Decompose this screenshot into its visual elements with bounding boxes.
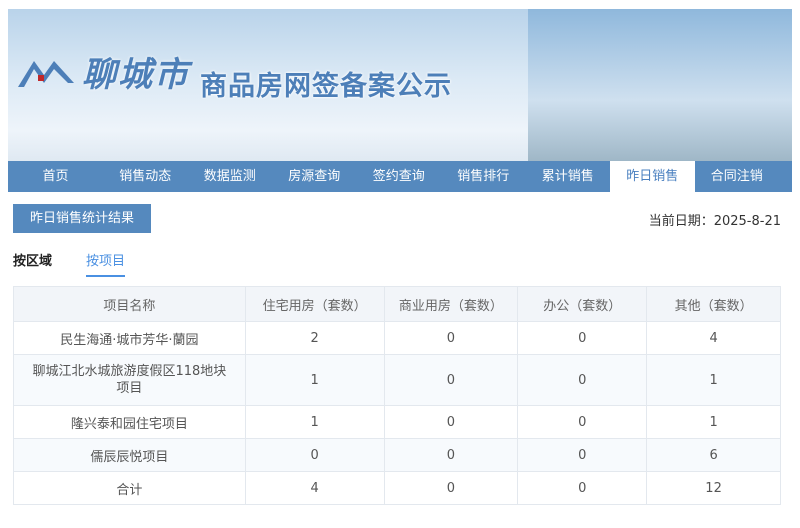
nav-item[interactable]: 数据监测 — [188, 161, 273, 192]
table-cell: 1 — [244, 354, 385, 406]
table-cell: 0 — [383, 354, 519, 406]
table-cell: 民生海通·城市芳华·蘭园 — [13, 321, 246, 355]
nav-item[interactable]: 签约查询 — [357, 161, 442, 192]
sales-table: 项目名称 住宅用房（套数） 商业用房（套数） 办公（套数） 其他（套数） 民生海通·城市… — [13, 286, 781, 505]
yesterday-stats-button[interactable]: 昨日销售统计结果 — [13, 204, 151, 233]
table-cell: 隆兴泰和园住宅项目 — [13, 405, 246, 439]
table-cell: 0 — [517, 354, 648, 406]
nav-item[interactable]: 销售动态 — [103, 161, 188, 192]
table-cell: 1 — [244, 405, 385, 439]
table-cell: 聊城江北水城旅游度假区118地块项目 — [13, 354, 246, 406]
nav-item[interactable]: 销售排行 — [441, 161, 526, 192]
table-cell: 0 — [383, 405, 519, 439]
main-nav: 首页 销售动态 数据监测 房源查询 签约查询 销售排行 累计销售 昨日销售 合同注销 — [8, 161, 792, 192]
table-cell: 0 — [383, 321, 519, 355]
city-name: 聊城市 — [82, 55, 190, 95]
table-cell: 儒辰辰悦项目 — [13, 438, 246, 472]
table-cell: 1 — [646, 354, 781, 406]
tab-by-region[interactable]: 按区域 — [13, 250, 52, 269]
table-cell: 1 — [646, 405, 781, 439]
table-row: 儒辰辰悦项目 0 0 0 6 — [13, 438, 781, 472]
table-cell: 4 — [244, 471, 385, 505]
table-row: 隆兴泰和园住宅项目 1 0 0 1 — [13, 405, 781, 439]
nav-item[interactable]: 累计销售 — [526, 161, 611, 192]
column-header: 办公（套数） — [517, 286, 648, 322]
tab-by-project[interactable]: 按项目 — [86, 250, 126, 277]
current-date: 当前日期：2025-8-21 — [648, 214, 781, 229]
table-cell: 0 — [517, 471, 648, 505]
table-row: 民生海通·城市芳华·蘭园 2 0 0 4 — [13, 321, 781, 355]
table-cell: 12 — [646, 471, 781, 505]
nav-item[interactable]: 首页 — [8, 161, 103, 192]
table-row: 合计 4 0 0 12 — [13, 471, 781, 505]
table-cell: 0 — [517, 438, 648, 472]
table-cell: 0 — [383, 471, 519, 505]
table-cell: 0 — [517, 405, 648, 439]
column-header: 商业用房（套数） — [383, 286, 519, 322]
column-header: 其他（套数） — [646, 286, 781, 322]
table-cell: 合计 — [13, 471, 246, 505]
nav-item[interactable]: 昨日销售 — [610, 161, 695, 192]
banner-image — [528, 9, 792, 161]
column-header: 项目名称 — [13, 286, 246, 322]
nav-item[interactable]: 合同注销 — [695, 161, 780, 192]
column-header: 住宅用房（套数） — [244, 286, 385, 322]
table-cell: 0 — [517, 321, 648, 355]
table-cell: 6 — [646, 438, 781, 472]
table-cell: 0 — [383, 438, 519, 472]
table-cell: 0 — [244, 438, 385, 472]
header-banner: 聊城市 商品房网签备案公示 — [8, 9, 792, 161]
logo-icon — [18, 61, 74, 87]
table-cell: 4 — [646, 321, 781, 355]
table-row: 聊城江北水城旅游度假区118地块项目 1 0 0 1 — [13, 354, 781, 406]
table-cell: 2 — [244, 321, 385, 355]
nav-item[interactable]: 房源查询 — [272, 161, 357, 192]
site-title: 商品房网签备案公示 — [200, 71, 452, 102]
